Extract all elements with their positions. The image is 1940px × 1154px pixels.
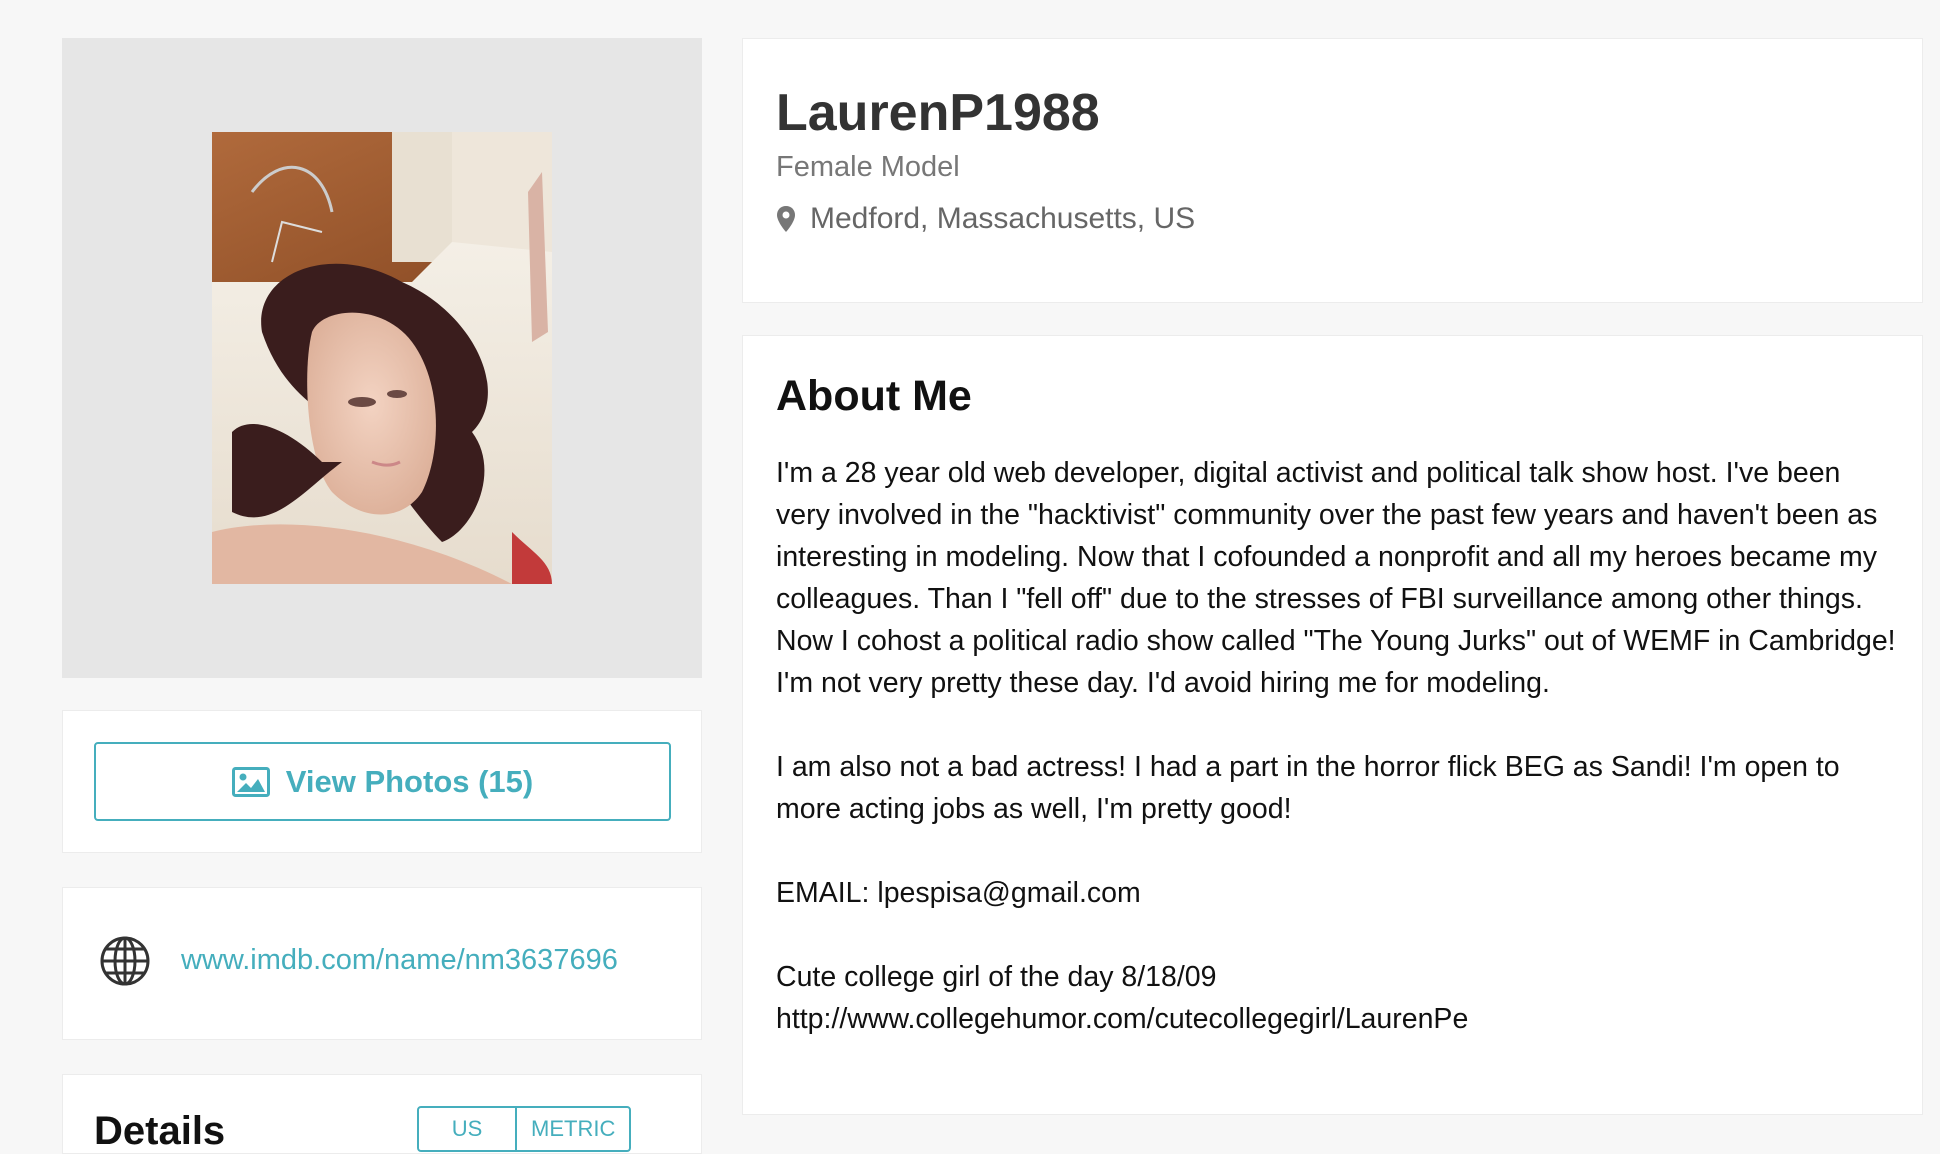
details-title: Details <box>94 1109 226 1153</box>
profile-role: Female Model <box>776 151 960 183</box>
about-email: EMAIL: lpespisa@gmail.com <box>776 877 1141 909</box>
about-paragraph: Cute college girl of the day 8/18/09 htt… <box>776 961 1469 1035</box>
profile-location: Medford, Massachusetts, US <box>776 202 1195 236</box>
view-photos-label: View Photos (15) <box>285 763 534 799</box>
about-paragraph: I am also not a bad actress! I had a par… <box>776 751 1840 825</box>
globe-icon <box>99 935 151 987</box>
unit-us-button[interactable]: US <box>419 1108 515 1150</box>
about-me-body: I'm a 28 year old web developer, digital… <box>776 452 1896 1040</box>
imdb-link[interactable]: www.imdb.com/name/nm3637696 <box>181 944 618 977</box>
about-me-title: About Me <box>776 372 972 420</box>
image-icon <box>231 766 270 797</box>
view-photos-button[interactable]: View Photos (15) <box>94 742 671 821</box>
about-me-card: About Me I'm a 28 year old web developer… <box>742 335 1923 1115</box>
unit-metric-button[interactable]: METRIC <box>515 1108 629 1150</box>
profile-photo-image <box>212 132 552 584</box>
details-card: Details US METRIC <box>62 1074 702 1154</box>
profile-photo-panel <box>62 38 702 678</box>
view-photos-card: View Photos (15) <box>62 710 702 853</box>
map-pin-icon <box>776 205 796 233</box>
profile-header-card: LaurenP1988 Female Model Medford, Massac… <box>742 38 1923 303</box>
about-paragraph: I'm a 28 year old web developer, digital… <box>776 457 1896 699</box>
unit-toggle: US METRIC <box>417 1106 632 1152</box>
website-card: www.imdb.com/name/nm3637696 <box>62 887 702 1040</box>
profile-photo[interactable] <box>212 132 552 584</box>
profile-username: LaurenP1988 <box>776 84 1100 142</box>
profile-location-text: Medford, Massachusetts, US <box>810 202 1196 235</box>
